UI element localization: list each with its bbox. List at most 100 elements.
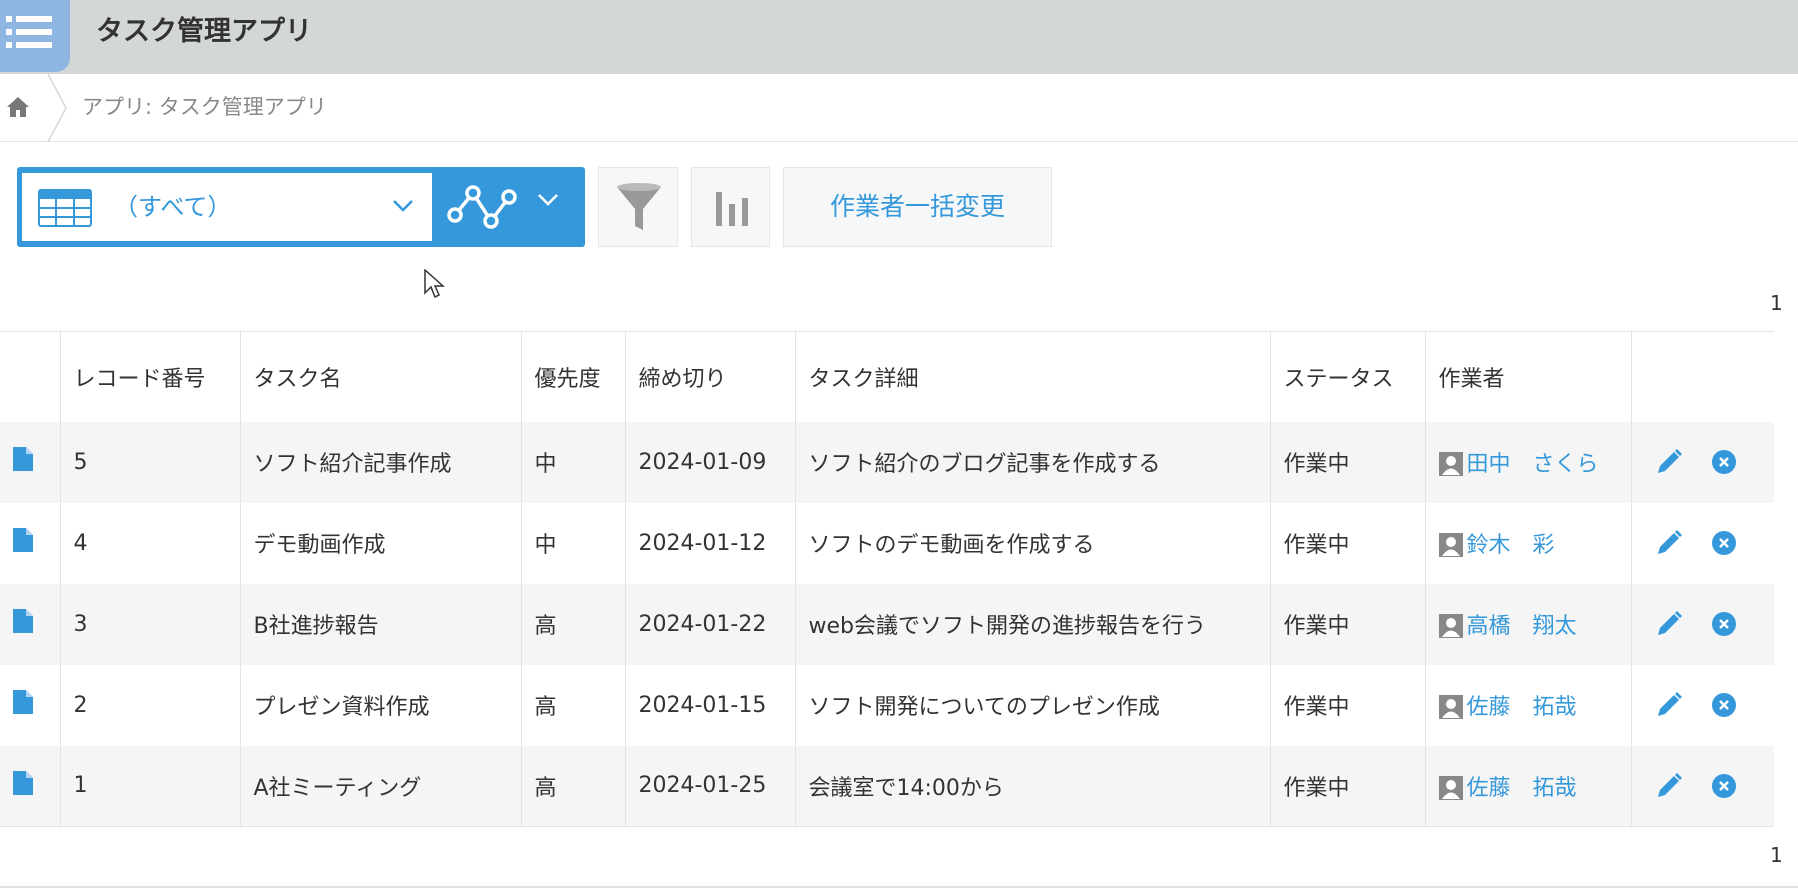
- view-select-dropdown[interactable]: （すべて）: [22, 173, 432, 241]
- line-graph-icon[interactable]: [445, 179, 519, 235]
- record-detail-link[interactable]: [0, 583, 61, 665]
- user-icon: [1438, 614, 1463, 638]
- pagination-count: 1: [1770, 291, 1783, 315]
- funnel-icon: [617, 183, 661, 230]
- record-detail-link[interactable]: [0, 664, 61, 746]
- due-date: 2024-01-12: [625, 502, 796, 584]
- table-row: 3 B社進捗報告 高 2024-01-22 web会議でソフト開発の進捗報告を行…: [0, 583, 1774, 665]
- table-row: 5 ソフト紹介記事作成 中 2024-01-09 ソフト紹介のブログ記事を作成す…: [0, 421, 1774, 503]
- due-date: 2024-01-22: [625, 583, 796, 665]
- user-icon: [1438, 775, 1463, 800]
- worker-link[interactable]: 田中 さくら: [1467, 452, 1599, 477]
- column-header[interactable]: 締め切り: [625, 331, 796, 422]
- table-header-row: レコード番号 タスク名 優先度 締め切り タスク詳細 ステータス 作業者: [0, 331, 1774, 422]
- task-detail: web会議でソフト開発の進捗報告を行う: [795, 583, 1271, 665]
- document-icon: [13, 528, 33, 552]
- chevron-down-icon: [393, 200, 413, 212]
- edit-pencil-icon[interactable]: [1655, 529, 1683, 557]
- status: 作業中: [1270, 583, 1426, 665]
- row-actions: [1631, 745, 1774, 827]
- edit-pencil-icon[interactable]: [1655, 610, 1683, 638]
- edit-pencil-icon[interactable]: [1655, 448, 1683, 476]
- record-detail-link[interactable]: [0, 421, 61, 503]
- priority: 高: [521, 664, 626, 746]
- record-table: レコード番号 タスク名 優先度 締め切り タスク詳細 ステータス 作業者 5 ソ…: [0, 331, 1774, 827]
- column-header[interactable]: タスク詳細: [795, 331, 1271, 422]
- worker-cell: 佐藤 拓哉: [1425, 745, 1632, 827]
- task-detail: 会議室で14:00から: [795, 745, 1271, 827]
- worker-link[interactable]: 鈴木 彩: [1467, 533, 1555, 558]
- worker-link[interactable]: 佐藤 拓哉: [1467, 695, 1577, 720]
- edit-pencil-icon[interactable]: [1655, 691, 1683, 719]
- status: 作業中: [1270, 745, 1426, 827]
- delete-icon[interactable]: [1711, 611, 1737, 637]
- document-icon: [13, 690, 33, 714]
- delete-icon[interactable]: [1711, 530, 1737, 556]
- column-header[interactable]: タスク名: [240, 331, 522, 422]
- delete-icon[interactable]: [1711, 449, 1737, 475]
- app-title: タスク管理アプリ: [96, 16, 312, 47]
- task-name: A社ミーティング: [240, 745, 522, 827]
- worker-link[interactable]: 佐藤 拓哉: [1467, 776, 1577, 801]
- due-date: 2024-01-09: [625, 421, 796, 503]
- worker-link[interactable]: 高橋 翔太: [1467, 614, 1577, 639]
- record-number: 2: [60, 664, 241, 746]
- bar-chart-icon: [716, 192, 748, 226]
- chevron-down-icon[interactable]: [537, 193, 559, 207]
- table-row: 1 A社ミーティング 高 2024-01-25 会議室で14:00から 作業中 …: [0, 745, 1774, 827]
- table-row: 4 デモ動画作成 中 2024-01-12 ソフトのデモ動画を作成する 作業中 …: [0, 502, 1774, 584]
- column-header-blank: [0, 331, 61, 422]
- record-detail-link[interactable]: [0, 745, 61, 827]
- view-selector: （すべて）: [17, 167, 585, 247]
- record-detail-link[interactable]: [0, 502, 61, 584]
- task-detail: ソフトのデモ動画を作成する: [795, 502, 1271, 584]
- record-number: 5: [60, 421, 241, 503]
- status: 作業中: [1270, 421, 1426, 503]
- status: 作業中: [1270, 664, 1426, 746]
- column-header[interactable]: ステータス: [1270, 331, 1426, 422]
- row-actions: [1631, 502, 1774, 584]
- task-detail: ソフト開発についてのプレゼン作成: [795, 664, 1271, 746]
- delete-icon[interactable]: [1711, 692, 1737, 718]
- user-icon: [1438, 452, 1463, 476]
- mouse-cursor-icon: [424, 269, 445, 299]
- due-date: 2024-01-25: [625, 745, 796, 827]
- column-header-blank: [1631, 331, 1774, 422]
- breadcrumb-separator: [47, 74, 67, 142]
- breadcrumb-app-link[interactable]: アプリ: タスク管理アプリ: [82, 92, 327, 122]
- priority: 中: [521, 502, 626, 584]
- worker-cell: 鈴木 彩: [1425, 502, 1632, 584]
- table-view-icon: [38, 189, 92, 227]
- bulk-change-worker-button[interactable]: 作業者一括変更: [783, 167, 1052, 247]
- pagination-count: 1: [1770, 843, 1783, 867]
- home-icon[interactable]: [0, 74, 46, 142]
- edit-pencil-icon[interactable]: [1655, 772, 1683, 800]
- app-header: タスク管理アプリ: [0, 0, 1798, 74]
- priority: 高: [521, 745, 626, 827]
- breadcrumb: アプリ: タスク管理アプリ: [0, 74, 1798, 142]
- record-number: 1: [60, 745, 241, 827]
- graph-settings-button[interactable]: [691, 167, 770, 247]
- document-icon: [13, 609, 33, 633]
- delete-icon[interactable]: [1711, 773, 1737, 799]
- row-actions: [1631, 421, 1774, 503]
- column-header[interactable]: レコード番号: [60, 331, 241, 422]
- filter-button[interactable]: [598, 167, 678, 247]
- user-icon: [1438, 695, 1463, 719]
- column-header[interactable]: 作業者: [1425, 331, 1632, 422]
- task-name: ソフト紹介記事作成: [240, 421, 522, 503]
- task-name: プレゼン資料作成: [240, 664, 522, 746]
- due-date: 2024-01-15: [625, 664, 796, 746]
- record-number: 4: [60, 502, 241, 584]
- priority: 中: [521, 421, 626, 503]
- status: 作業中: [1270, 502, 1426, 584]
- worker-cell: 高橋 翔太: [1425, 583, 1632, 665]
- record-number: 3: [60, 583, 241, 665]
- task-name: デモ動画作成: [240, 502, 522, 584]
- column-header[interactable]: 優先度: [521, 331, 626, 422]
- task-name: B社進捗報告: [240, 583, 522, 665]
- list-icon[interactable]: [0, 0, 70, 72]
- row-actions: [1631, 664, 1774, 746]
- document-icon: [13, 447, 33, 471]
- worker-cell: 田中 さくら: [1425, 421, 1632, 503]
